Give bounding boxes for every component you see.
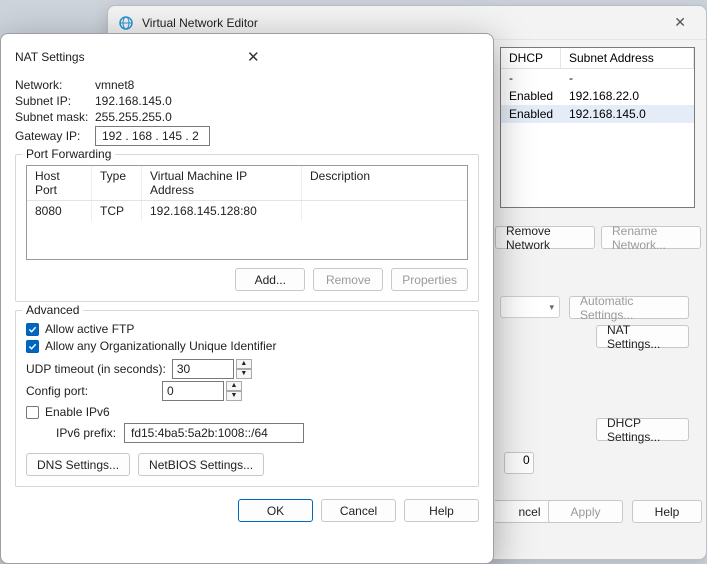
remove-button[interactable]: Remove — [313, 268, 383, 291]
udp-timeout-input[interactable]: 30 — [172, 359, 234, 379]
subnet-combo[interactable]: ▾ — [500, 296, 560, 318]
check-icon — [26, 340, 39, 353]
subnet-mask-value: 255.255.255.0 — [95, 110, 172, 124]
col-vm-ip[interactable]: Virtual Machine IP Address — [142, 166, 302, 200]
table-row-selected[interactable]: Enabled 192.168.145.0 — [501, 105, 694, 123]
pf-header: Host Port Type Virtual Machine IP Addres… — [27, 166, 467, 201]
col-type[interactable]: Type — [92, 166, 142, 200]
config-port-spinner: ▲ ▼ — [226, 381, 242, 401]
subnet-mask-label: Subnet mask: — [15, 110, 89, 124]
rename-network-button[interactable]: Rename Network... — [601, 226, 701, 249]
subnet-ip-label: Subnet IP: — [15, 94, 89, 108]
nat-settings-dialog: NAT Settings ✕ Network: vmnet8 Subnet IP… — [0, 33, 494, 564]
group-title: Advanced — [22, 303, 83, 317]
dhcp-settings-button[interactable]: DHCP Settings... — [596, 418, 689, 441]
spin-down-icon[interactable]: ▼ — [236, 369, 252, 379]
close-icon[interactable]: ✕ — [241, 48, 479, 66]
app-icon — [118, 15, 134, 31]
dialog-titlebar: NAT Settings ✕ — [15, 46, 479, 76]
udp-timeout-label: UDP timeout (in seconds): — [26, 362, 166, 376]
ipv6-prefix-input[interactable]: fd15:4ba5:5a2b:1008::/64 — [124, 423, 304, 443]
table-row[interactable]: 8080 TCP 192.168.145.128:80 — [27, 201, 467, 221]
parent-apply-button[interactable]: Apply — [548, 500, 623, 523]
group-title: Port Forwarding — [22, 147, 115, 161]
dns-settings-button[interactable]: DNS Settings... — [26, 453, 130, 476]
config-port-label: Config port: — [26, 384, 156, 398]
properties-button[interactable]: Properties — [391, 268, 468, 291]
cancel-button[interactable]: Cancel — [321, 499, 396, 522]
pf-body[interactable]: 8080 TCP 192.168.145.128:80 — [27, 201, 467, 259]
table-row[interactable]: Enabled 192.168.22.0 — [501, 87, 694, 105]
config-port-input[interactable]: 0 — [162, 381, 224, 401]
checkbox-label: Enable IPv6 — [45, 405, 110, 419]
chevron-down-icon: ▾ — [549, 302, 554, 313]
networks-table: DHCP Subnet Address - - Enabled 192.168.… — [500, 47, 695, 208]
spin-up-icon[interactable]: ▲ — [236, 359, 252, 369]
checkbox-label: Allow active FTP — [45, 322, 134, 336]
network-label: Network: — [15, 78, 89, 92]
spin-up-icon[interactable]: ▲ — [226, 381, 242, 391]
add-button[interactable]: Add... — [235, 268, 305, 291]
remove-network-button[interactable]: Remove Network — [495, 226, 595, 249]
col-subnet[interactable]: Subnet Address — [561, 48, 694, 68]
col-host-port[interactable]: Host Port — [27, 166, 92, 200]
spin-down-icon[interactable]: ▼ — [226, 391, 242, 401]
table-row[interactable]: - - — [501, 69, 694, 87]
partial-button[interactable]: 0 — [504, 452, 534, 474]
netbios-settings-button[interactable]: NetBIOS Settings... — [138, 453, 264, 476]
checkbox-label: Allow any Organizationally Unique Identi… — [45, 339, 276, 353]
ipv6-prefix-label: IPv6 prefix: — [56, 426, 118, 440]
enable-ipv6-checkbox[interactable]: Enable IPv6 — [26, 405, 468, 419]
gateway-ip-label: Gateway IP: — [15, 129, 89, 143]
allow-active-ftp-checkbox[interactable]: Allow active FTP — [26, 322, 468, 336]
checkbox-empty-icon — [26, 406, 39, 419]
close-icon[interactable]: ✕ — [664, 10, 696, 35]
table-body: - - Enabled 192.168.22.0 Enabled 192.168… — [501, 69, 694, 207]
nat-settings-button[interactable]: NAT Settings... — [596, 325, 689, 348]
col-dhcp[interactable]: DHCP — [501, 48, 561, 68]
col-description[interactable]: Description — [302, 166, 467, 200]
automatic-settings-button[interactable]: Automatic Settings... — [569, 296, 689, 319]
ok-button[interactable]: OK — [238, 499, 313, 522]
udp-timeout-spinner: ▲ ▼ — [236, 359, 252, 379]
table-header: DHCP Subnet Address — [501, 48, 694, 69]
dialog-title: NAT Settings — [15, 50, 241, 64]
allow-oui-checkbox[interactable]: Allow any Organizationally Unique Identi… — [26, 339, 468, 353]
subnet-ip-value: 192.168.145.0 — [95, 94, 172, 108]
network-value: vmnet8 — [95, 78, 134, 92]
parent-help-button[interactable]: Help — [632, 500, 702, 523]
port-forwarding-table: Host Port Type Virtual Machine IP Addres… — [26, 165, 468, 260]
advanced-group: Advanced Allow active FTP Allow any Orga… — [15, 310, 479, 487]
help-button[interactable]: Help — [404, 499, 479, 522]
parent-title: Virtual Network Editor — [142, 16, 664, 30]
port-forwarding-group: Port Forwarding Host Port Type Virtual M… — [15, 154, 479, 302]
gateway-ip-input[interactable]: 192 . 168 . 145 . 2 — [95, 126, 210, 146]
check-icon — [26, 323, 39, 336]
